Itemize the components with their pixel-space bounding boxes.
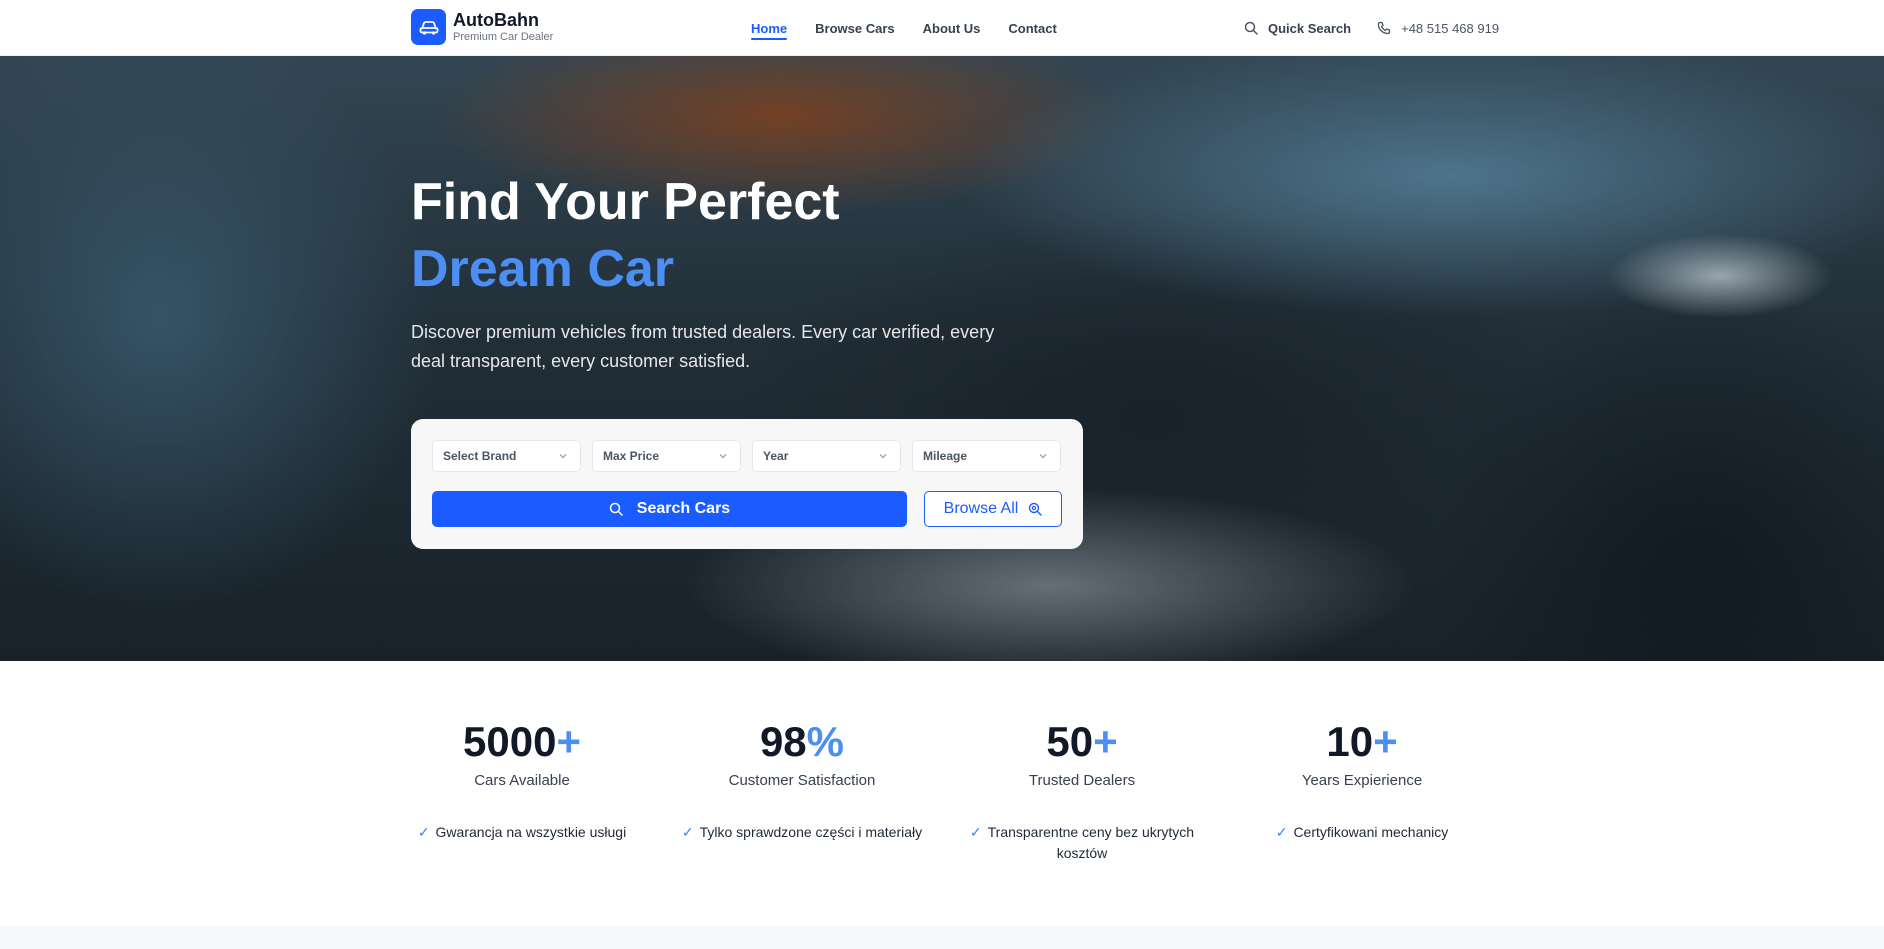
stat-value: 98% — [759, 718, 845, 765]
stat-label: Trusted Dealers — [1028, 772, 1136, 789]
stat-years-experience: 10+ Years Expierience — [1232, 718, 1492, 789]
feature-item: ✓ Tylko sprawdzone części i materiały — [672, 822, 932, 843]
hero-title: Find Your Perfect Dream Car — [411, 169, 840, 303]
browse-all-label: Browse All — [943, 500, 1019, 517]
stat-value: 50+ — [1046, 718, 1118, 765]
nav-home[interactable]: Home — [751, 0, 788, 56]
stat-customer-satisfaction: 98% Customer Satisfaction — [672, 718, 932, 789]
quick-search-label: Quick Search — [1268, 20, 1352, 36]
check-icon: ✓ — [417, 824, 430, 840]
feature-item: ✓ Transparentne ceny bez ukrytych kosztów — [952, 822, 1212, 864]
browse-all-button[interactable]: Browse All — [924, 491, 1062, 527]
mileage-select[interactable]: Mileage — [912, 440, 1061, 472]
check-icon: ✓ — [969, 824, 982, 840]
brand-select-value: Select Brand — [443, 449, 517, 463]
nav-contact[interactable]: Contact — [1008, 0, 1056, 56]
feature-text: Gwarancja na wszystkie usługi — [435, 824, 627, 840]
feature-text: Certyfikowani mechanicy — [1293, 824, 1449, 840]
search-card: Select Brand Max Price Year Mileage Sear… — [411, 419, 1083, 549]
hero-title-line1: Find Your Perfect — [411, 173, 840, 231]
feature-item: ✓ Gwarancja na wszystkie usługi — [392, 822, 652, 843]
car-logo-icon — [411, 9, 446, 45]
stat-trusted-dealers: 50+ Trusted Dealers — [952, 718, 1212, 789]
max-price-select[interactable]: Max Price — [592, 440, 741, 472]
max-price-select-value: Max Price — [603, 449, 660, 463]
main-nav: Home Browse Cars About Us Contact — [751, 0, 1085, 56]
chevron-down-icon — [1039, 454, 1047, 459]
stat-cars-available: 5000+ Cars Available — [392, 718, 652, 789]
phone-number: +48 515 468 919 — [1401, 20, 1500, 36]
search-icon — [1244, 21, 1258, 35]
feature-text: Transparentne ceny bez ukrytych kosztów — [987, 824, 1195, 861]
year-select[interactable]: Year — [752, 440, 901, 472]
chevron-down-icon — [879, 454, 887, 459]
check-icon: ✓ — [681, 824, 694, 840]
brand-select[interactable]: Select Brand — [432, 440, 581, 472]
stat-value: 10+ — [1326, 718, 1398, 765]
year-select-value: Year — [763, 449, 789, 463]
stat-label: Years Expierience — [1301, 772, 1423, 789]
quick-search-button[interactable]: Quick Search — [1244, 21, 1351, 36]
search-cars-button[interactable]: Search Cars — [432, 491, 907, 527]
chevron-down-icon — [719, 454, 727, 459]
hero-title-accent: Dream Car — [411, 240, 675, 298]
mileage-select-value: Mileage — [923, 449, 968, 463]
stat-label: Cars Available — [474, 772, 570, 789]
search-icon — [609, 502, 623, 516]
hero-section: Find Your Perfect Dream Car Discover pre… — [0, 56, 1884, 661]
chevron-down-icon — [559, 454, 567, 459]
nav-about-us[interactable]: About Us — [923, 0, 981, 56]
stat-label: Customer Satisfaction — [728, 772, 876, 789]
brand-tagline: Premium Car Dealer — [453, 31, 554, 43]
stat-value: 5000+ — [463, 718, 581, 765]
nav-browse-cars[interactable]: Browse Cars — [815, 0, 894, 56]
search-cars-label: Search Cars — [636, 500, 731, 517]
feature-item: ✓ Certyfikowani mechanicy — [1232, 822, 1492, 843]
next-section-edge — [0, 926, 1884, 949]
brand-name: AutoBahn — [453, 10, 539, 30]
feature-text: Tylko sprawdzone części i materiały — [699, 824, 923, 840]
phone-link[interactable]: +48 515 468 919 — [1377, 21, 1499, 36]
hero-subtitle: Discover premium vehicles from trusted d… — [411, 322, 995, 371]
check-icon: ✓ — [1275, 824, 1288, 840]
phone-icon — [1377, 21, 1391, 35]
logo[interactable]: AutoBahn Premium Car Dealer — [411, 9, 553, 45]
zoom-search-icon — [1029, 502, 1043, 516]
site-header: AutoBahn Premium Car Dealer Home Browse … — [0, 0, 1884, 56]
